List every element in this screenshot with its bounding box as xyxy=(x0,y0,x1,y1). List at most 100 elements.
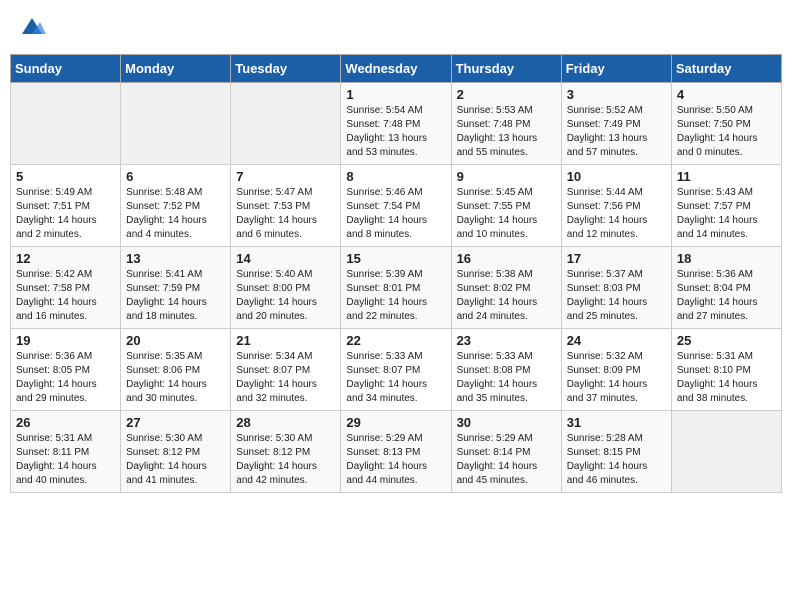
day-info: Sunrise: 5:29 AMSunset: 8:14 PMDaylight:… xyxy=(457,432,556,488)
daylight-text: Daylight: 14 hours and 10 minutes. xyxy=(457,215,538,240)
day-info: Sunrise: 5:31 AMSunset: 8:11 PMDaylight:… xyxy=(16,432,115,488)
calendar-cell: 27Sunrise: 5:30 AMSunset: 8:12 PMDayligh… xyxy=(121,411,231,493)
day-number: 1 xyxy=(346,87,445,102)
day-info: Sunrise: 5:50 AMSunset: 7:50 PMDaylight:… xyxy=(677,104,776,160)
day-info: Sunrise: 5:40 AMSunset: 8:00 PMDaylight:… xyxy=(236,268,335,324)
calendar-cell: 16Sunrise: 5:38 AMSunset: 8:02 PMDayligh… xyxy=(451,247,561,329)
calendar-cell: 20Sunrise: 5:35 AMSunset: 8:06 PMDayligh… xyxy=(121,329,231,411)
calendar-cell xyxy=(231,83,341,165)
calendar-cell: 2Sunrise: 5:53 AMSunset: 7:48 PMDaylight… xyxy=(451,83,561,165)
day-info: Sunrise: 5:36 AMSunset: 8:04 PMDaylight:… xyxy=(677,268,776,324)
calendar-week-row: 12 Sunrise: 5:42 AMSunset: 7:58 PMDayligh… xyxy=(11,247,782,329)
sunrise-text: Sunrise: 5:53 AM xyxy=(457,105,533,116)
sunset-text: Sunset: 8:12 PM xyxy=(236,447,310,458)
daylight-text: Daylight: 14 hours and 38 minutes. xyxy=(677,379,758,404)
calendar-cell: 8 Sunrise: 5:46 AM Sunset: 7:54 PM Daylight… xyxy=(341,165,451,247)
day-number: 22 xyxy=(346,333,445,348)
calendar-cell: 25Sunrise: 5:31 AMSunset: 8:10 PMDayligh… xyxy=(671,329,781,411)
daylight-text: Daylight: 14 hours and 29 minutes. xyxy=(16,379,97,404)
calendar-cell: 4 Sunrise: 5:50 AMSunset: 7:50 PMDaylight… xyxy=(671,83,781,165)
day-number: 4 xyxy=(677,87,776,102)
daylight-text: Daylight: 14 hours and 4 minutes. xyxy=(126,215,207,240)
sunrise-text: Sunrise: 5:47 AM xyxy=(236,187,312,198)
sunrise-text: Sunrise: 5:54 AM xyxy=(346,105,422,116)
daylight-text: Daylight: 14 hours and 41 minutes. xyxy=(126,461,207,486)
day-info: Sunrise: 5:30 AMSunset: 8:12 PMDaylight:… xyxy=(126,432,225,488)
sunrise-text: Sunrise: 5:39 AM xyxy=(346,269,422,280)
sunrise-text: Sunrise: 5:46 AM xyxy=(346,187,422,198)
day-info: Sunrise: 5:44 AMSunset: 7:56 PMDaylight:… xyxy=(567,186,666,242)
day-number: 12 xyxy=(16,251,115,266)
day-info: Sunrise: 5:33 AMSunset: 8:07 PMDaylight:… xyxy=(346,350,445,406)
sunrise-text: Sunrise: 5:30 AM xyxy=(126,433,202,444)
sunrise-text: Sunrise: 5:48 AM xyxy=(126,187,202,198)
calendar-table: SundayMondayTuesdayWednesdayThursdayFrid… xyxy=(10,54,782,493)
day-number: 28 xyxy=(236,415,335,430)
sunset-text: Sunset: 8:05 PM xyxy=(16,365,90,376)
sunrise-text: Sunrise: 5:32 AM xyxy=(567,351,643,362)
calendar-cell xyxy=(121,83,231,165)
calendar-cell: 29Sunrise: 5:29 AMSunset: 8:13 PMDayligh… xyxy=(341,411,451,493)
daylight-text: Daylight: 14 hours and 37 minutes. xyxy=(567,379,648,404)
sunset-text: Sunset: 7:58 PM xyxy=(16,283,90,294)
sunset-text: Sunset: 8:08 PM xyxy=(457,365,531,376)
weekday-header: Monday xyxy=(121,55,231,83)
day-info: Sunrise: 5:42 AMSunset: 7:58 PMDaylight:… xyxy=(16,268,115,324)
day-info: Sunrise: 5:34 AMSunset: 8:07 PMDaylight:… xyxy=(236,350,335,406)
day-info: Sunrise: 5:54 AMSunset: 7:48 PMDaylight:… xyxy=(346,104,445,160)
sunset-text: Sunset: 8:02 PM xyxy=(457,283,531,294)
sunrise-text: Sunrise: 5:35 AM xyxy=(126,351,202,362)
calendar-cell: 22 Sunrise: 5:33 AMSunset: 8:07 PMDayligh… xyxy=(341,329,451,411)
daylight-text: Daylight: 14 hours and 12 minutes. xyxy=(567,215,648,240)
sunrise-text: Sunrise: 5:28 AM xyxy=(567,433,643,444)
sunset-text: Sunset: 7:52 PM xyxy=(126,201,200,212)
sunset-text: Sunset: 8:09 PM xyxy=(567,365,641,376)
day-number: 9 xyxy=(457,169,556,184)
calendar-cell: 5Sunrise: 5:49 AMSunset: 7:51 PMDaylight… xyxy=(11,165,121,247)
calendar-cell: 14 Sunrise: 5:40 AMSunset: 8:00 PMDayligh… xyxy=(231,247,341,329)
day-number: 17 xyxy=(567,251,666,266)
daylight-text: Daylight: 14 hours and 46 minutes. xyxy=(567,461,648,486)
sunrise-text: Sunrise: 5:31 AM xyxy=(16,433,92,444)
logo-icon xyxy=(18,14,46,42)
calendar-cell xyxy=(671,411,781,493)
sunset-text: Sunset: 8:15 PM xyxy=(567,447,641,458)
sunset-text: Sunset: 7:50 PM xyxy=(677,119,751,130)
day-number: 14 xyxy=(236,251,335,266)
calendar-cell: 13Sunrise: 5:41 AMSunset: 7:59 PMDayligh… xyxy=(121,247,231,329)
day-info: Sunrise: 5:53 AMSunset: 7:48 PMDaylight:… xyxy=(457,104,556,160)
weekday-header: Friday xyxy=(561,55,671,83)
day-info: Sunrise: 5:39 AMSunset: 8:01 PMDaylight:… xyxy=(346,268,445,324)
sunrise-text: Sunrise: 5:44 AM xyxy=(567,187,643,198)
calendar-cell: 15Sunrise: 5:39 AMSunset: 8:01 PMDayligh… xyxy=(341,247,451,329)
calendar-cell: 11Sunrise: 5:43 AMSunset: 7:57 PMDayligh… xyxy=(671,165,781,247)
daylight-text: Daylight: 14 hours and 34 minutes. xyxy=(346,379,427,404)
day-number: 10 xyxy=(567,169,666,184)
daylight-text: Daylight: 14 hours and 8 minutes. xyxy=(346,215,427,240)
sunset-text: Sunset: 7:54 PM xyxy=(346,201,420,212)
day-number: 7 xyxy=(236,169,335,184)
calendar-cell: 3Sunrise: 5:52 AMSunset: 7:49 PMDaylight… xyxy=(561,83,671,165)
day-info: Sunrise: 5:33 AMSunset: 8:08 PMDaylight:… xyxy=(457,350,556,406)
daylight-text: Daylight: 14 hours and 20 minutes. xyxy=(236,297,317,322)
calendar-cell: 31 Sunrise: 5:28 AM Sunset: 8:15 PM Dayligh… xyxy=(561,411,671,493)
sunrise-text: Sunrise: 5:36 AM xyxy=(677,269,753,280)
calendar-cell: 28Sunrise: 5:30 AMSunset: 8:12 PMDayligh… xyxy=(231,411,341,493)
weekday-header: Saturday xyxy=(671,55,781,83)
page-header xyxy=(10,10,782,46)
day-number: 8 xyxy=(346,169,445,184)
sunset-text: Sunset: 8:14 PM xyxy=(457,447,531,458)
sunrise-text: Sunrise: 5:29 AM xyxy=(457,433,533,444)
sunrise-text: Sunrise: 5:41 AM xyxy=(126,269,202,280)
day-number: 19 xyxy=(16,333,115,348)
sunrise-text: Sunrise: 5:52 AM xyxy=(567,105,643,116)
sunrise-text: Sunrise: 5:43 AM xyxy=(677,187,753,198)
daylight-text: Daylight: 14 hours and 14 minutes. xyxy=(677,215,758,240)
sunrise-text: Sunrise: 5:33 AM xyxy=(346,351,422,362)
calendar-cell: 19Sunrise: 5:36 AMSunset: 8:05 PMDayligh… xyxy=(11,329,121,411)
sunset-text: Sunset: 7:59 PM xyxy=(126,283,200,294)
daylight-text: Daylight: 14 hours and 0 minutes. xyxy=(677,133,758,158)
sunset-text: Sunset: 7:53 PM xyxy=(236,201,310,212)
day-number: 31 xyxy=(567,415,666,430)
weekday-header: Tuesday xyxy=(231,55,341,83)
